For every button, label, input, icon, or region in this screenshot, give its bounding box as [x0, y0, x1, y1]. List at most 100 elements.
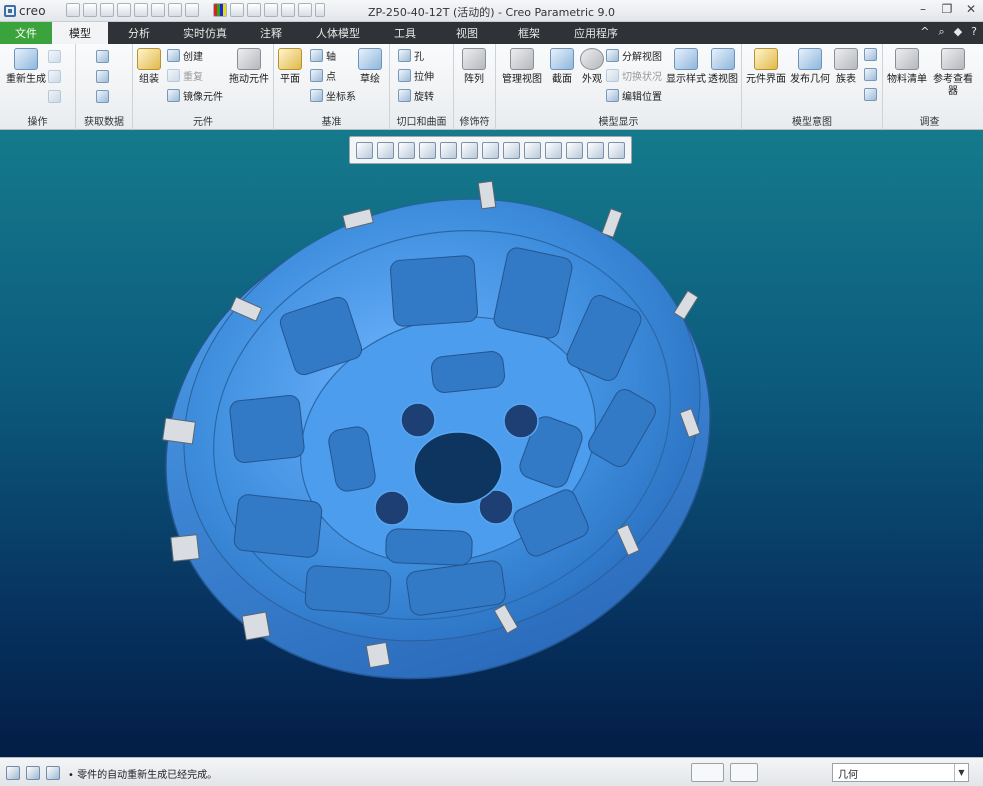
coord-sys-icon	[310, 89, 323, 102]
family-table-button[interactable]: 族表	[834, 48, 858, 86]
zoom-in-icon[interactable]	[377, 141, 394, 159]
publish-geometry-button[interactable]: 发布几何	[790, 48, 830, 86]
tab-analysis[interactable]: 分析	[108, 22, 170, 44]
perspective-button[interactable]: 透视图	[708, 48, 738, 86]
repeat-button[interactable]: 重复	[167, 68, 203, 83]
group-label-cut-surface[interactable]: 切口和曲面	[390, 113, 453, 128]
selection-filter-button[interactable]	[730, 763, 758, 782]
tab-file[interactable]: 文件	[0, 22, 52, 44]
restore-button[interactable]: ❐	[939, 2, 955, 16]
extrude-button[interactable]: 拉伸	[398, 68, 434, 83]
copy-geometry-button[interactable]	[96, 50, 109, 63]
group-label-operations[interactable]: 操作	[0, 113, 75, 128]
find-button[interactable]	[691, 763, 724, 782]
component-interface-button[interactable]: 元件界面	[746, 48, 786, 86]
ribbon: 重新生成 操作 获取数据 组装 创建 重复 镜像元件 拖动元件 元件 平面 轴 …	[0, 44, 983, 130]
group-label-datum[interactable]: 基准	[274, 113, 389, 128]
reference-viewer-button[interactable]: 参考查看器	[933, 48, 973, 98]
display-style-button[interactable]: 显示样式	[666, 48, 706, 86]
explode-view-button[interactable]: 分解视图	[606, 48, 662, 63]
menu-right-tools: ^ ⌕ ◆ ?	[920, 25, 977, 39]
model-tree-toggle-icon[interactable]	[6, 766, 20, 780]
coord-sys-button[interactable]: 坐标系	[310, 88, 356, 103]
edit-position-icon	[606, 89, 619, 102]
relations-button[interactable]	[864, 88, 877, 101]
repeat-label: 重复	[183, 72, 203, 83]
tab-live-simulation[interactable]: 实时仿真	[170, 22, 240, 44]
delete-button[interactable]	[48, 90, 61, 103]
edit-position-button[interactable]: 编辑位置	[606, 88, 662, 103]
view-manager-icon[interactable]	[482, 141, 499, 159]
plane-icon	[278, 48, 302, 70]
section-icon	[550, 48, 574, 70]
appearance-button[interactable]: 外观	[580, 48, 604, 86]
switch-dimensions-button[interactable]	[864, 68, 877, 81]
relations-icon	[864, 88, 877, 101]
manage-views-button[interactable]: 管理视图	[502, 48, 542, 86]
tab-manikin[interactable]: 人体模型	[302, 22, 374, 44]
assemble-icon	[137, 48, 161, 70]
minimize-button[interactable]: –	[915, 2, 931, 16]
tab-view[interactable]: 视图	[436, 22, 498, 44]
section-display-icon[interactable]	[608, 141, 625, 159]
display-style-icon[interactable]	[440, 141, 457, 159]
group-label-get-data[interactable]: 获取数据	[76, 113, 132, 128]
graphics-viewport[interactable]	[0, 130, 983, 757]
selection-filter-select[interactable]: 几何 ▼	[832, 763, 969, 782]
pattern-button[interactable]: 阵列	[462, 48, 486, 86]
revolve-button[interactable]: 旋转	[398, 88, 434, 103]
point-icon	[310, 69, 323, 82]
create-button[interactable]: 创建	[167, 48, 203, 63]
hole-button[interactable]: 孔	[398, 48, 424, 63]
plane-button[interactable]: 平面	[278, 48, 302, 86]
group-label-investigate[interactable]: 调查	[883, 113, 976, 128]
help-icon[interactable]: ?	[971, 25, 977, 39]
user-defined-feature-button[interactable]	[96, 90, 109, 103]
mirror-component-button[interactable]: 镜像元件	[167, 88, 223, 103]
reference-viewer-icon	[941, 48, 965, 70]
revolve-label: 旋转	[414, 92, 434, 103]
tab-framework[interactable]: 框架	[498, 22, 560, 44]
search-icon[interactable]: ⌕	[939, 25, 945, 39]
perspective-view-icon[interactable]	[503, 141, 520, 159]
section-button[interactable]: 截面	[550, 48, 574, 86]
tab-model[interactable]: 模型	[52, 22, 108, 44]
tab-tools[interactable]: 工具	[374, 22, 436, 44]
regenerate-button[interactable]: 重新生成	[6, 48, 46, 86]
parameters-button[interactable]	[864, 48, 877, 61]
point-button[interactable]: 点	[310, 68, 336, 83]
copy-button[interactable]	[48, 50, 61, 63]
hole-label: 孔	[414, 52, 424, 63]
repaint-icon[interactable]	[419, 141, 436, 159]
csys-display-icon[interactable]	[587, 141, 604, 159]
spin-center-icon[interactable]	[566, 141, 583, 159]
fullscreen-icon[interactable]	[46, 766, 60, 780]
command-search-icon[interactable]: ◆	[954, 25, 962, 39]
sketch-button[interactable]: 草绘	[358, 48, 382, 86]
tab-applications[interactable]: 应用程序	[560, 22, 632, 44]
assemble-button[interactable]: 组装	[137, 48, 161, 86]
reference-viewer-label: 参考查看器	[933, 74, 973, 97]
datum-display-icon[interactable]	[524, 141, 541, 159]
collapse-ribbon-icon[interactable]: ^	[920, 25, 929, 39]
shrinkwrap-button[interactable]	[96, 70, 109, 83]
toggle-status-button[interactable]: 切换状况	[606, 68, 662, 83]
browser-toggle-icon[interactable]	[26, 766, 40, 780]
bom-button[interactable]: 物料清单	[887, 48, 927, 86]
refit-icon[interactable]	[356, 141, 373, 159]
window-title: ZP-250-40-12T (活动的) - Creo Parametric 9.…	[367, 6, 616, 19]
saved-orientations-icon[interactable]	[461, 141, 478, 159]
annotation-display-icon[interactable]	[545, 141, 562, 159]
zoom-out-icon[interactable]	[398, 141, 415, 159]
chevron-down-icon[interactable]: ▼	[954, 764, 968, 781]
paste-button[interactable]	[48, 70, 61, 83]
tab-annotate[interactable]: 注释	[240, 22, 302, 44]
axis-button[interactable]: 轴	[310, 48, 336, 63]
close-button[interactable]: ✕	[963, 2, 979, 16]
group-label-components[interactable]: 元件	[133, 113, 273, 128]
group-label-modifiers[interactable]: 修饰符	[454, 113, 495, 128]
drag-components-button[interactable]: 拖动元件	[229, 48, 269, 86]
group-components: 组装 创建 重复 镜像元件 拖动元件 元件	[133, 44, 274, 130]
group-label-model-intent[interactable]: 模型意图	[742, 113, 882, 128]
group-label-model-display[interactable]: 模型显示	[496, 113, 741, 128]
